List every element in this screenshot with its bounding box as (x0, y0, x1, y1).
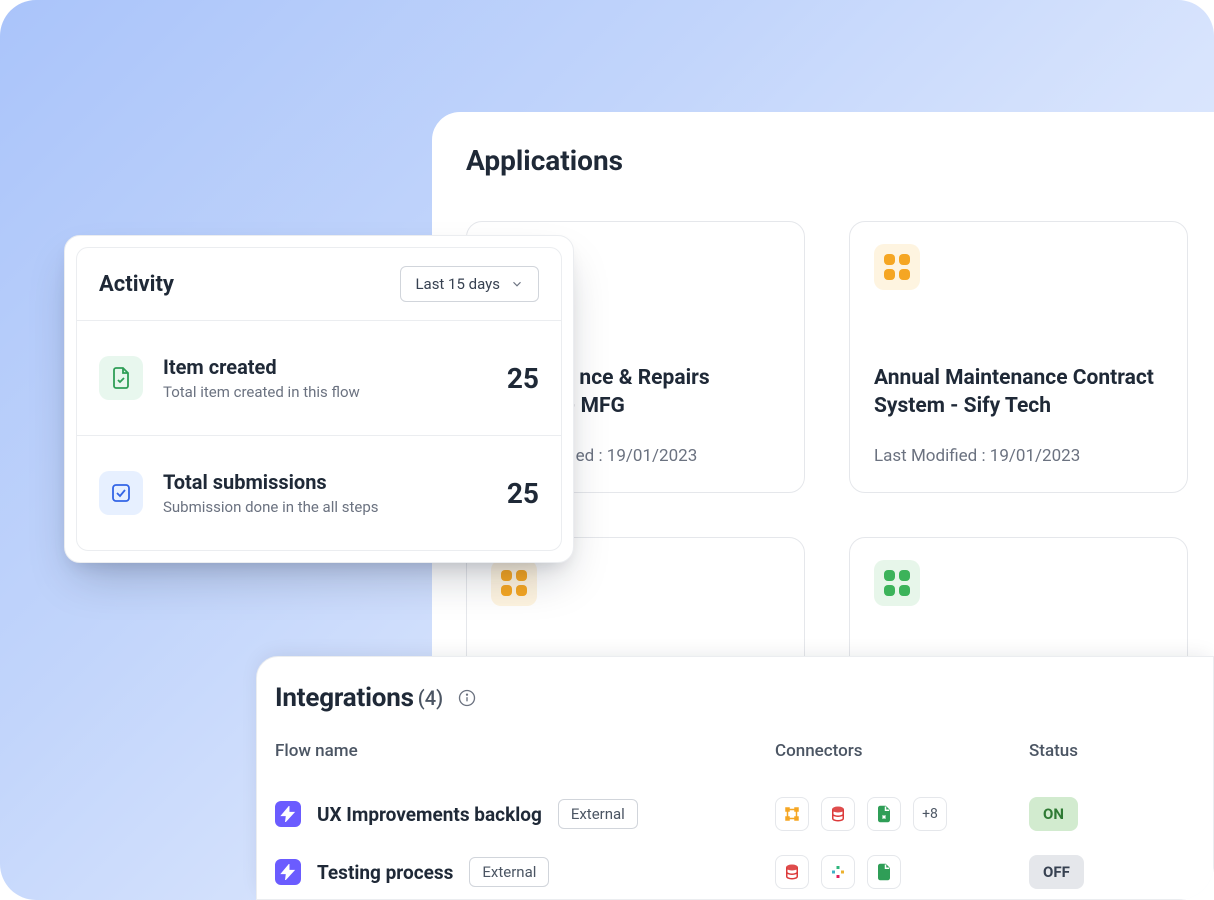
connector-icon[interactable] (867, 855, 901, 889)
column-flow-name: Flow name (275, 741, 775, 785)
integration-row[interactable]: Testing process External (275, 843, 1213, 900)
connector-list (775, 855, 1029, 889)
grid-icon (874, 244, 920, 290)
connector-more[interactable]: +8 (913, 797, 947, 831)
flow-name: UX Improvements backlog (317, 803, 542, 826)
range-label: Last 15 days (415, 275, 500, 293)
integrations-title: Integrations (275, 683, 414, 713)
chevron-down-icon (510, 277, 524, 291)
metric-value: 25 (507, 477, 539, 510)
application-title: Annual Maintenance Contract System - Sif… (874, 364, 1163, 421)
range-select[interactable]: Last 15 days (400, 266, 539, 302)
activity-title: Activity (99, 272, 174, 297)
flow-name: Testing process (317, 861, 453, 884)
column-connectors: Connectors (775, 741, 1029, 785)
metric-subtitle: Submission done in the all steps (163, 498, 487, 516)
activity-metric-row: Item created Total item created in this … (77, 321, 561, 435)
connector-icon[interactable] (867, 797, 901, 831)
application-card[interactable]: Annual Maintenance Contract System - Sif… (849, 221, 1188, 493)
integrations-panel: Integrations (4) Flow name Connectors St… (256, 656, 1214, 900)
integration-row[interactable]: UX Improvements backlog External (275, 785, 1213, 843)
flow-tag: External (558, 799, 638, 829)
metric-title: Item created (163, 355, 487, 379)
flow-icon (275, 801, 301, 827)
connector-icon[interactable] (821, 855, 855, 889)
status-badge[interactable]: OFF (1029, 855, 1084, 889)
connector-icon[interactable] (775, 855, 809, 889)
connector-icon[interactable] (775, 797, 809, 831)
metric-subtitle: Total item created in this flow (163, 383, 487, 401)
info-icon[interactable] (457, 688, 477, 708)
grid-icon (874, 560, 920, 606)
connector-icon[interactable] (821, 797, 855, 831)
activity-metric-row: Total submissions Submission done in the… (77, 435, 561, 550)
check-square-icon (99, 471, 143, 515)
integrations-count: (4) (418, 686, 443, 710)
connector-list: +8 (775, 797, 1029, 831)
metric-title: Total submissions (163, 470, 487, 494)
status-badge[interactable]: ON (1029, 797, 1078, 831)
application-last-modified: Last Modified : 19/01/2023 (874, 446, 1163, 470)
activity-card: Activity Last 15 days It (64, 235, 574, 563)
column-status: Status (1029, 741, 1213, 785)
metric-value: 25 (507, 362, 539, 395)
grid-icon (491, 560, 537, 606)
flow-tag: External (469, 857, 549, 887)
applications-title: Applications (466, 144, 1180, 177)
document-check-icon (99, 356, 143, 400)
flow-icon (275, 859, 301, 885)
backdrop: Applications Maintenance & Repairs Syste… (0, 0, 1214, 900)
